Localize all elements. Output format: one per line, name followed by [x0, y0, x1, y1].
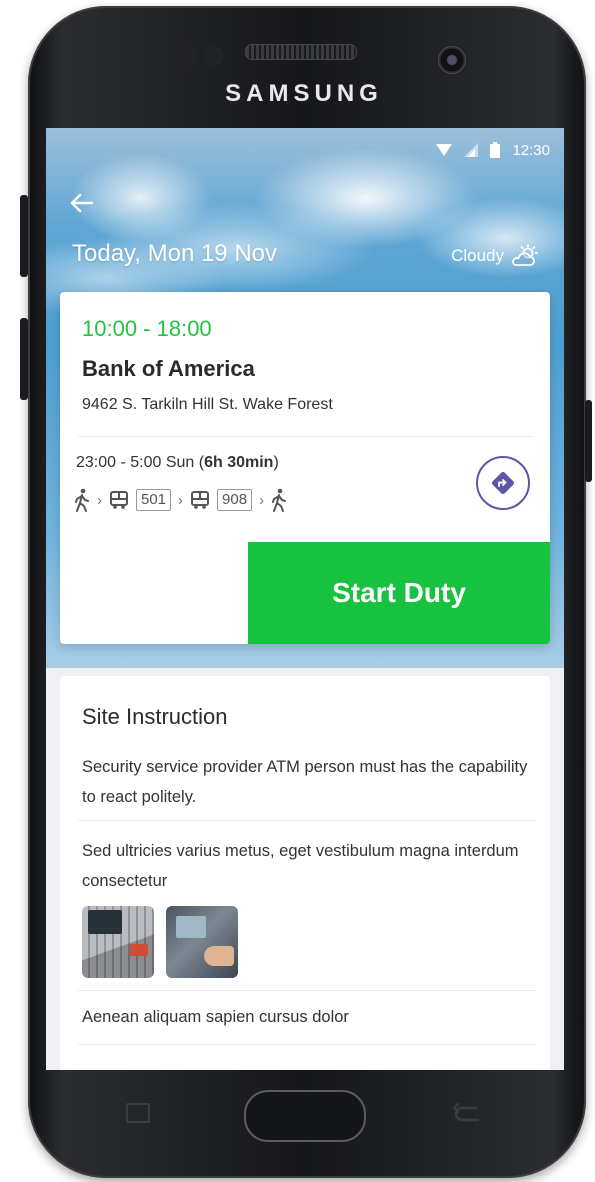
divider [78, 436, 532, 437]
site-name: Bank of America [82, 356, 255, 381]
status-time: 12:30 [512, 141, 550, 159]
route-separator: › [259, 491, 265, 509]
route-summary: 23:00 - 5:00 Sun (6h 30min) [76, 454, 279, 472]
directions-button[interactable] [476, 456, 530, 510]
recent-apps-key[interactable] [126, 1103, 150, 1123]
route-time: 23:00 - 5:00 Sun ( [76, 454, 205, 471]
walk-icon [75, 488, 89, 512]
brand-logo: SAMSUNG [225, 80, 383, 107]
back-arrow-icon[interactable] [68, 190, 94, 216]
back-key-icon[interactable] [448, 1102, 484, 1126]
weather-label: Cloudy [451, 246, 504, 265]
divider [78, 820, 536, 821]
instruction-item: Aenean aliquam sapien cursus dolor [82, 1008, 349, 1026]
site-instruction-card: Site Instruction Security service provid… [60, 676, 550, 1070]
route-separator: › [97, 491, 102, 509]
power-button [585, 400, 592, 482]
start-duty-button[interactable]: Start Duty [248, 542, 550, 644]
weather-indicator: Cloudy [451, 244, 538, 268]
bus-number: 501 [136, 489, 172, 511]
battery-icon [490, 142, 501, 158]
route-steps: › 501 › 908 › [74, 488, 287, 512]
screen: 12:30 Today, Mon 19 Nov Cloudy 10:00 - 1… [46, 128, 564, 1070]
home-button[interactable] [244, 1090, 366, 1142]
atm-keypad-image[interactable] [82, 906, 154, 978]
atm-card-image[interactable] [166, 906, 238, 978]
site-address: 9462 S. Tarkiln Hill St. Wake Forest [82, 396, 333, 413]
route-separator: › [178, 491, 184, 509]
header-hero: 12:30 Today, Mon 19 Nov Cloudy 10:00 - 1… [46, 128, 564, 668]
bixby-button [20, 318, 28, 400]
wifi-icon [436, 144, 453, 156]
directions-icon [492, 472, 514, 494]
bus-icon [110, 491, 128, 509]
route-duration: 6h 30min [204, 454, 274, 471]
walk-icon [272, 488, 287, 512]
instruction-item: Sed ultricies varius metus, eget vestibu… [82, 842, 519, 890]
front-camera [438, 46, 466, 74]
light-sensor [204, 46, 224, 66]
signal-icon [464, 143, 479, 157]
proximity-sensor [178, 46, 198, 66]
page-title: Today, Mon 19 Nov [72, 240, 277, 267]
route-time-end: ) [273, 454, 279, 471]
volume-button [20, 195, 28, 277]
divider [78, 1044, 536, 1045]
bus-number: 908 [217, 489, 253, 511]
shift-time: 10:00 - 18:00 [82, 316, 212, 341]
duty-card: 10:00 - 18:00 Bank of America 9462 S. Ta… [60, 292, 550, 644]
bus-icon [191, 491, 210, 509]
instruction-item: Security service provider ATM person mus… [82, 758, 528, 806]
section-title: Site Instruction [82, 704, 228, 729]
status-bar: 12:30 [436, 140, 550, 160]
divider [78, 990, 536, 991]
earpiece-speaker [245, 44, 357, 60]
cloudy-sun-icon [512, 244, 538, 266]
